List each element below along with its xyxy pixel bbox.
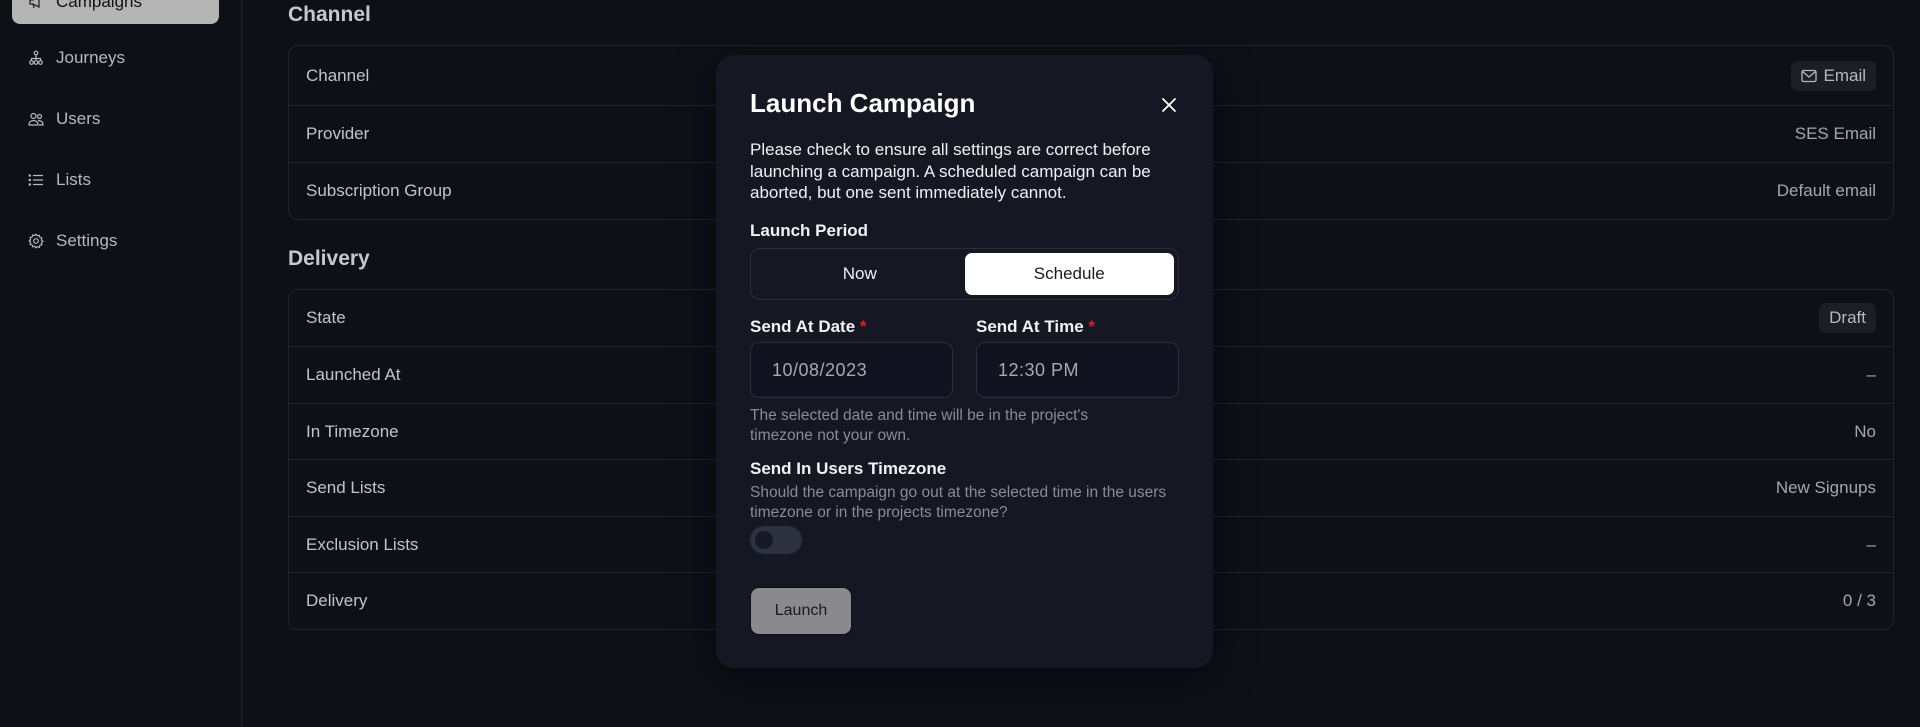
label-text: Send At Date (750, 317, 856, 336)
label-text: Send At Time (976, 317, 1084, 336)
users-timezone-label: Send In Users Timezone (750, 459, 947, 478)
send-at-date-input[interactable]: 10/08/2023 (750, 342, 953, 398)
toggle-knob (755, 531, 773, 549)
send-at-time-label: Send At Time * (976, 317, 1095, 337)
required-mark: * (859, 317, 867, 336)
required-mark: * (1088, 317, 1096, 336)
launch-period-schedule[interactable]: Schedule (964, 253, 1174, 295)
modal-description: Please check to ensure all settings are … (750, 140, 1151, 202)
send-at-time-input[interactable]: 12:30 PM (976, 342, 1179, 398)
send-at-date-label: Send At Date * (750, 317, 867, 337)
close-button[interactable] (1159, 95, 1179, 115)
datetime-help-text: The selected date and time will be in th… (750, 407, 1089, 444)
launch-campaign-modal: Launch Campaign Please check to ensure a… (716, 55, 1213, 668)
launch-period-label: Launch Period (750, 221, 869, 240)
users-timezone-toggle[interactable] (750, 526, 802, 554)
launch-period-now[interactable]: Now (755, 253, 965, 295)
launch-button[interactable]: Launch (750, 587, 852, 635)
modal-title: Launch Campaign (750, 88, 976, 118)
close-icon (1162, 98, 1176, 112)
users-timezone-help: Should the campaign go out at the select… (750, 484, 1167, 521)
launch-period-toggle: Now Schedule (750, 248, 1179, 300)
